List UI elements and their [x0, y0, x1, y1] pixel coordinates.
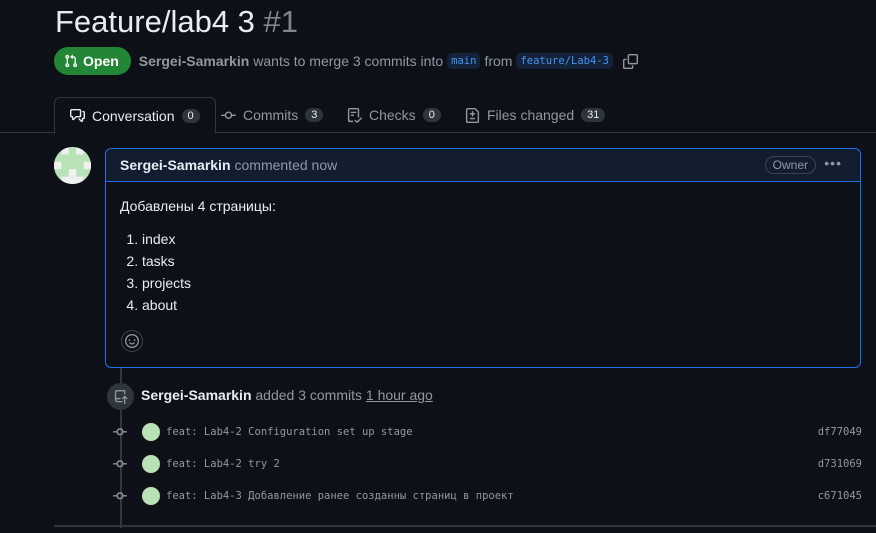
owner-badge: Owner	[764, 156, 816, 174]
git-commit-icon	[221, 111, 236, 119]
list-item: tasks	[142, 250, 846, 272]
smiley-icon[interactable]	[121, 330, 143, 352]
tab-conversation-label: Conversation	[92, 107, 175, 124]
pr-from-text: from	[484, 53, 513, 69]
tab-conversation[interactable]: Conversation 0	[54, 97, 216, 134]
pr-merge-text: wants to merge 3 commits into	[253, 53, 444, 69]
tab-conversation-count: 0	[181, 108, 200, 123]
checklist-icon	[347, 107, 362, 123]
event-time[interactable]: 1 hour ago	[366, 387, 433, 403]
commit-sha[interactable]: c671045	[818, 490, 862, 502]
comment-box: Sergei-Samarkin commented now Owner ••• …	[105, 148, 861, 368]
commit-avatar[interactable]	[142, 487, 160, 505]
copy-icon[interactable]	[622, 53, 638, 69]
pr-author-link[interactable]: Sergei-Samarkin	[139, 53, 250, 69]
tab-files-changed-count: 31	[581, 108, 606, 122]
avatar[interactable]	[54, 147, 91, 184]
commit-sha[interactable]: d731069	[818, 458, 862, 470]
event-action: added 3 commits	[255, 387, 362, 403]
repo-push-icon	[107, 383, 134, 410]
comment-header: Sergei-Samarkin commented now	[106, 149, 860, 182]
tab-checks-count: 0	[422, 108, 441, 122]
git-commit-icon	[112, 488, 128, 504]
commit-avatar[interactable]	[142, 423, 160, 441]
file-diff-icon	[465, 107, 480, 123]
pr-state-label: Open	[83, 53, 119, 69]
tab-checks-label: Checks	[369, 107, 416, 123]
pr-tabs: Conversation 0 Commits 3 Checks 0 Files …	[0, 97, 876, 134]
tab-commits[interactable]: Commits 3	[221, 97, 324, 133]
pr-meta: Open Sergei-Samarkin wants to merge 3 co…	[54, 47, 638, 75]
git-pull-request-icon	[65, 54, 78, 68]
comment-discussion-icon	[70, 108, 85, 123]
pr-title-text: Feature/lab4 3	[55, 4, 255, 39]
tab-commits-label: Commits	[243, 107, 299, 123]
comment-action: commented now	[234, 157, 338, 173]
comment-body: Добавлены 4 страницы: index tasks projec…	[106, 182, 860, 332]
pr-title: Feature/lab4 3 #1	[55, 4, 298, 40]
list-item: about	[142, 294, 846, 316]
git-commit-icon	[112, 424, 128, 440]
commit-row: feat: Lab4-3 Добавление ранее созданны с…	[112, 486, 862, 506]
event-author[interactable]: Sergei-Samarkin	[141, 387, 252, 403]
kebab-horizontal-icon[interactable]: •••	[824, 155, 842, 171]
tab-files-changed-label: Files changed	[487, 107, 575, 123]
comment-intro: Добавлены 4 страницы:	[120, 198, 276, 214]
base-branch[interactable]: main	[447, 53, 481, 69]
commit-sha[interactable]: df77049	[818, 426, 862, 438]
tab-files-changed[interactable]: Files changed 31	[465, 97, 606, 133]
commit-avatar[interactable]	[142, 455, 160, 473]
commit-row: feat: Lab4-2 Configuration set up stage …	[112, 422, 862, 442]
commit-message[interactable]: feat: Lab4-3 Добавление ранее созданны с…	[166, 490, 514, 502]
git-commit-icon	[112, 456, 128, 472]
list-item: index	[142, 228, 846, 250]
commit-message[interactable]: feat: Lab4-2 try 2	[166, 458, 280, 470]
tab-checks[interactable]: Checks 0	[347, 97, 441, 133]
pr-state-badge: Open	[54, 47, 131, 75]
commits-event: Sergei-Samarkin added 3 commits 1 hour a…	[141, 387, 433, 403]
comment-author[interactable]: Sergei-Samarkin	[120, 157, 231, 173]
commit-message[interactable]: feat: Lab4-2 Configuration set up stage	[166, 426, 413, 438]
pr-number: #1	[263, 4, 299, 39]
head-branch[interactable]: feature/Lab4-3	[516, 53, 613, 69]
tab-commits-count: 3	[305, 108, 324, 122]
timeline-divider	[54, 525, 876, 527]
commit-row: feat: Lab4-2 try 2 d731069	[112, 454, 862, 474]
list-item: projects	[142, 272, 846, 294]
comment-list: index tasks projects about	[120, 228, 846, 316]
